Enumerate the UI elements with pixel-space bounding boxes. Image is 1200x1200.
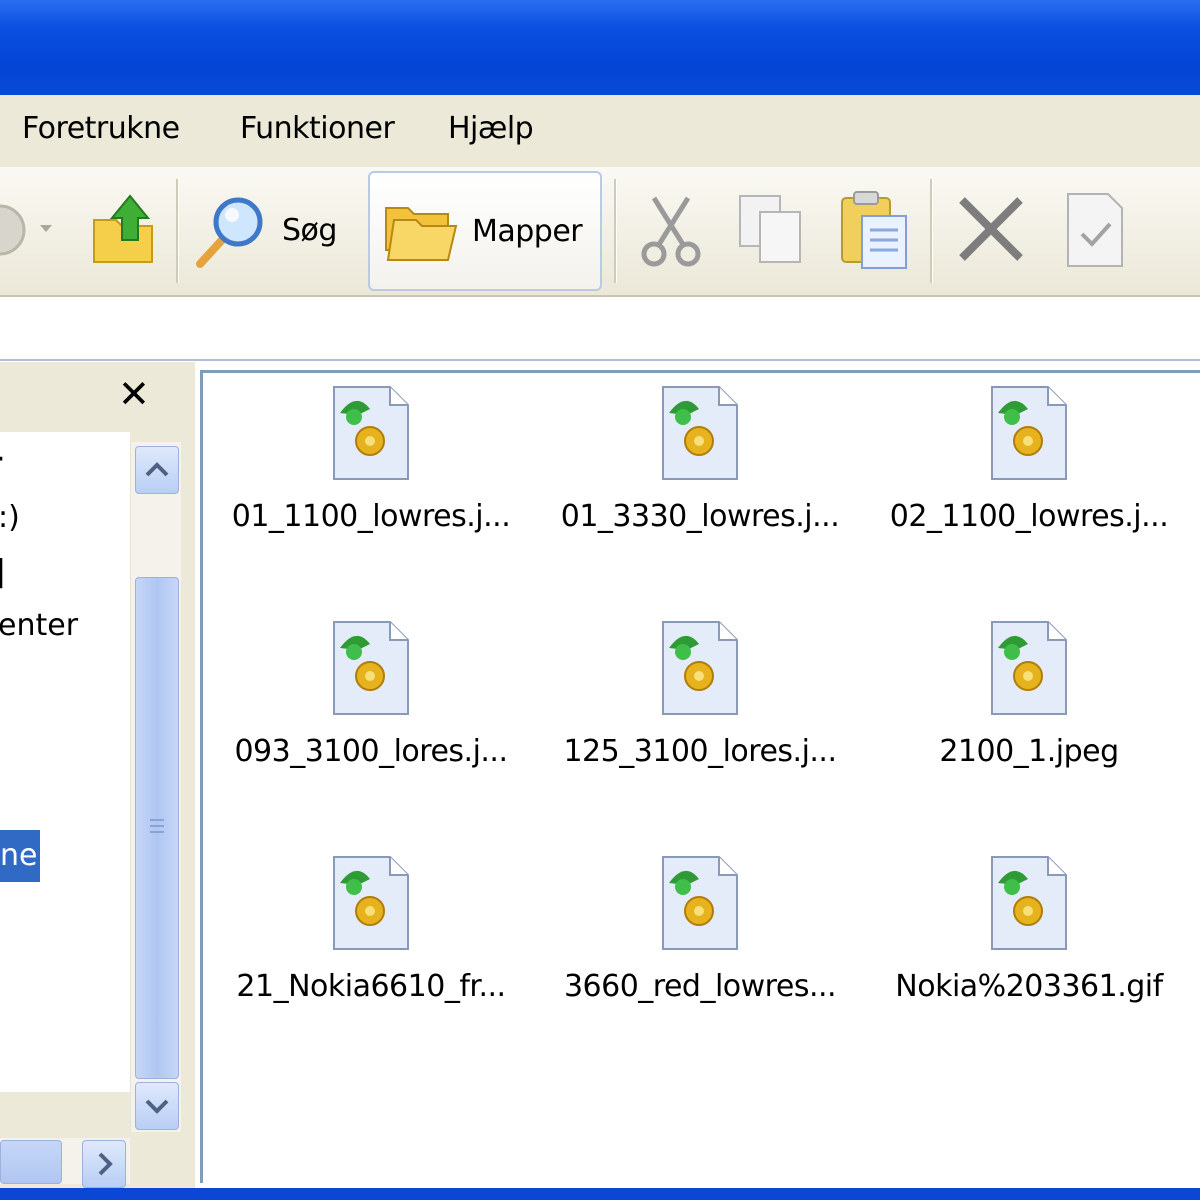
- paste-button[interactable]: [836, 173, 912, 287]
- hscroll-thumb[interactable]: [0, 1140, 62, 1184]
- image-file-icon: [333, 386, 409, 480]
- file-item[interactable]: 3660_red_lowres...: [540, 853, 860, 1004]
- image-file-icon: [662, 621, 738, 715]
- copy-button[interactable]: [736, 173, 806, 287]
- folders-label: Mapper: [472, 213, 583, 249]
- menu-help[interactable]: Hjælp: [448, 111, 534, 146]
- close-icon[interactable]: ✕: [118, 372, 150, 416]
- properties-icon: [1067, 193, 1123, 267]
- chevron-up-icon: [145, 462, 169, 477]
- image-file-icon: [991, 621, 1067, 715]
- file-name: 01_3330_lowres.j...: [560, 499, 840, 534]
- chevron-down-icon: [145, 1099, 169, 1114]
- file-item[interactable]: Nokia%203361.gif: [869, 853, 1189, 1004]
- cut-button[interactable]: [636, 173, 706, 287]
- address-bar[interactable]: [0, 297, 1200, 361]
- scroll-up-button[interactable]: [135, 446, 179, 494]
- file-item[interactable]: 093_3100_lores.j...: [211, 618, 531, 769]
- file-name: 093_3100_lores.j...: [234, 734, 508, 769]
- delete-button[interactable]: [952, 173, 1032, 287]
- up-folder-button[interactable]: [88, 173, 158, 287]
- file-name: 2100_1.jpeg: [939, 734, 1119, 769]
- search-icon: [196, 197, 263, 268]
- file-name: Nokia%203361.gif: [895, 969, 1163, 1004]
- file-item[interactable]: 01_1100_lowres.j...: [211, 383, 531, 534]
- tree-item-selected[interactable]: ne: [0, 830, 40, 882]
- image-file-icon: [333, 856, 409, 950]
- forward-arrow-icon: [0, 204, 52, 256]
- file-item[interactable]: 21_Nokia6610_fr...: [211, 853, 531, 1004]
- folders-button[interactable]: Mapper: [368, 171, 602, 291]
- properties-button[interactable]: [1060, 173, 1130, 287]
- folders-icon: [385, 207, 458, 261]
- scroll-thumb[interactable]: [135, 577, 179, 1079]
- scroll-down-button[interactable]: [135, 1082, 179, 1130]
- menu-tools[interactable]: Funktioner: [240, 111, 395, 146]
- window-title-bar[interactable]: [0, 0, 1200, 95]
- file-name: 125_3100_lores.j...: [563, 734, 837, 769]
- tree-item-fragment[interactable]: |: [0, 554, 6, 589]
- image-file-icon: [662, 386, 738, 480]
- tree-item-center[interactable]: enter: [0, 608, 78, 643]
- folder-tree[interactable]: · :) | enter ne: [0, 432, 130, 1092]
- menu-favorites[interactable]: Foretrukne: [22, 111, 180, 146]
- image-file-icon: [662, 856, 738, 950]
- tree-item-fragment[interactable]: ·: [0, 442, 6, 477]
- file-list-pane[interactable]: 01_1100_lowres.j... 01_3330_lowres.j... …: [200, 370, 1200, 1183]
- grip-icon: [150, 819, 164, 833]
- search-button[interactable]: Søg: [192, 173, 337, 287]
- menu-bar: Foretrukne Funktioner Hjælp: [0, 95, 1200, 168]
- scissors-icon: [641, 196, 701, 267]
- folder-tree-scrollbar[interactable]: [130, 442, 181, 1132]
- file-item[interactable]: 01_3330_lowres.j...: [540, 383, 860, 534]
- paste-icon: [841, 191, 907, 269]
- delete-icon: [959, 197, 1023, 261]
- folders-pane-header: ✕: [0, 362, 195, 430]
- file-name: 21_Nokia6610_fr...: [236, 969, 506, 1004]
- file-name: 02_1100_lowres.j...: [889, 499, 1169, 534]
- file-item[interactable]: 2100_1.jpeg: [869, 618, 1189, 769]
- toolbar: Søg Mapper: [0, 167, 1200, 297]
- scroll-right-button[interactable]: [82, 1140, 126, 1188]
- tree-item-selected-label: ne: [0, 838, 38, 873]
- copy-icon: [739, 195, 801, 263]
- image-file-icon: [991, 856, 1067, 950]
- chevron-right-icon: [98, 1152, 113, 1176]
- folder-tree-hscrollbar[interactable]: [0, 1138, 130, 1188]
- search-label: Søg: [282, 212, 337, 248]
- up-folder-icon: [93, 194, 153, 263]
- file-item[interactable]: 02_1100_lowres.j...: [869, 383, 1189, 534]
- window-bottom-border: [0, 1188, 1200, 1200]
- folders-pane: ✕ · :) | enter ne: [0, 362, 195, 1200]
- file-item[interactable]: 125_3100_lores.j...: [540, 618, 860, 769]
- file-name: 01_1100_lowres.j...: [231, 499, 511, 534]
- image-file-icon: [333, 621, 409, 715]
- image-file-icon: [991, 386, 1067, 480]
- tree-item-drive[interactable]: :): [0, 500, 20, 535]
- file-name: 3660_red_lowres...: [563, 969, 837, 1004]
- forward-button[interactable]: [0, 173, 60, 287]
